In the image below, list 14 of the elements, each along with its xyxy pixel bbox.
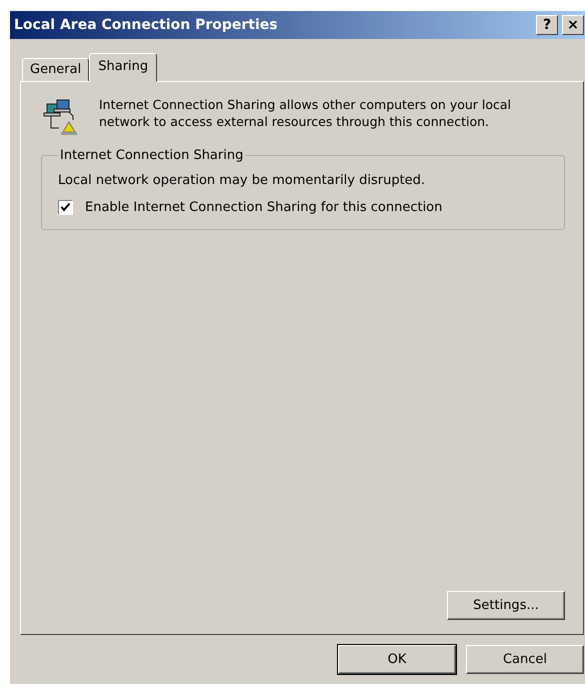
checkbox[interactable]: [58, 200, 73, 215]
warning-text: Local network operation may be momentarily disrupted.: [58, 173, 426, 188]
group-title: Internet Connection Sharing: [59, 148, 244, 163]
settings-button[interactable]: Settings...: [447, 591, 565, 620]
ok-button[interactable]: OK: [338, 645, 456, 674]
window-title: Local Area Connection Properties: [14, 17, 279, 33]
close-button[interactable]: ×: [562, 15, 584, 35]
help-button[interactable]: ?: [536, 15, 558, 35]
checkmark-icon: [60, 202, 71, 213]
description-text: Internet Connection Sharing allows other computers on your local network to access external resources through this connection.: [99, 96, 512, 130]
checkbox-label: Enable Internet Connection Sharing for this connection: [85, 200, 442, 215]
tab[interactable]: General: [22, 58, 90, 82]
tab[interactable]: Sharing: [89, 53, 158, 82]
cancel-button[interactable]: Cancel: [466, 645, 584, 674]
